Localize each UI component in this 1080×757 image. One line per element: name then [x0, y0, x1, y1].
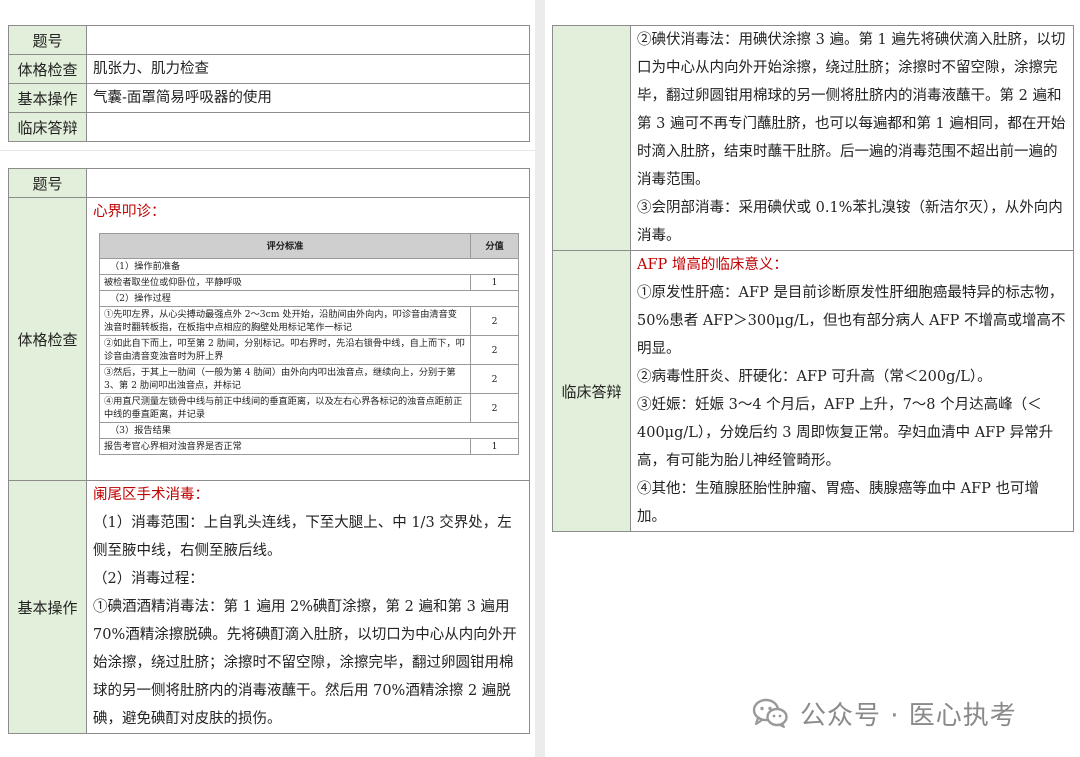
watermark-text: 公众号 · 医心执考: [800, 700, 1017, 731]
op-continued-label: [552, 25, 631, 251]
score-value: 2: [470, 393, 519, 423]
score-item: 被检者取坐位或仰卧位，平静呼吸: [99, 274, 471, 291]
score-value: 1: [470, 438, 519, 455]
score-row: （1）操作前准备: [99, 258, 519, 275]
score-header-row: 评分标准 分值: [99, 233, 519, 259]
clinic-paragraph: ④其他：生殖腺胚胎性肿瘤、胃癌、胰腺癌等血中 AFP 也可增加。: [637, 481, 1040, 525]
table-row: 体格检查 心界叩诊： 评分标准 分值 （1）操作前准备 被检者取坐位或仰卧位，平…: [8, 197, 530, 481]
row-label: 基本操作: [8, 83, 87, 113]
clinic-content: AFP 增高的临床意义： ①原发性肝癌：AFP 是目前诊断原发性肝细胞癌最特异的…: [630, 250, 1074, 532]
question-table-2: 题号 体格检查 心界叩诊： 评分标准 分值 （1）操作前准备 被检者取坐位或仰卧…: [8, 168, 530, 734]
score-row: ①先叩左界，从心尖搏动最强点外 2～3cm 处开始，沿肋间由外向内，叩诊音由清音…: [99, 306, 519, 336]
table-row: 基本操作 阑尾区手术消毒： （1）消毒范围：上自乳头连线，下至大腿上、中 1/3…: [8, 480, 530, 734]
table-row: 题号: [8, 25, 530, 55]
title-label: 题号: [8, 168, 87, 198]
table-row: ②碘伏消毒法：用碘伏涂擦 3 遍。第 1 遍先将碘伏滴入肚脐，以切口为中心从内向…: [552, 25, 1074, 251]
op-paragraph: （1）消毒范围：上自乳头连线，下至大腿上、中 1/3 交界处，左侧至腋中线，右侧…: [93, 515, 512, 559]
clinic-paragraph: ③妊娠：妊娠 3～4 个月后，AFP 上升，7～8 个月达高峰（＜400μg/L…: [637, 397, 1054, 469]
question-table-3: ②碘伏消毒法：用碘伏涂擦 3 遍。第 1 遍先将碘伏滴入肚脐，以切口为中心从内向…: [552, 25, 1074, 532]
table-row: 临床答辩 AFP 增高的临床意义： ①原发性肝癌：AFP 是目前诊断原发性肝细胞…: [552, 250, 1074, 532]
wechat-icon: [752, 698, 788, 728]
page-divider: [535, 0, 545, 757]
table-row: 题号: [8, 168, 530, 198]
score-row: （2）操作过程: [99, 290, 519, 307]
score-row: ④用直尺测量左锁骨中线与前正中线间的垂直距离，以及左右心界各标记的浊音点距前正中…: [99, 393, 519, 423]
score-item: ③然后，于其上一肋间（一般为第 4 肋间）由外向内叩出浊音点，继续向上，分别于第…: [99, 364, 471, 394]
score-value: 1: [470, 274, 519, 291]
page-separator: [0, 150, 535, 151]
clinic-paragraph: ①原发性肝癌：AFP 是目前诊断原发性肝细胞癌最特异的标志物，50%患者 AFP…: [637, 285, 1066, 357]
op-heading: 阑尾区手术消毒：: [93, 487, 209, 503]
row-value: 气囊-面罩简易呼吸器的使用: [86, 83, 530, 113]
row-value: [86, 112, 530, 142]
score-item: ④用直尺测量左锁骨中线与前正中线间的垂直距离，以及左右心界各标记的浊音点距前正中…: [99, 393, 471, 423]
table-row: 临床答辩: [8, 112, 530, 142]
score-row: 被检者取坐位或仰卧位，平静呼吸 1: [99, 274, 519, 291]
score-row: ②如此自下而上，叩至第 2 肋间，分别标记。叩右界时，先沿右锁骨中线，自上而下，…: [99, 335, 519, 365]
title-value: [86, 168, 530, 198]
score-item: ②如此自下而上，叩至第 2 肋间，分别标记。叩右界时，先沿右锁骨中线，自上而下，…: [99, 335, 471, 365]
row-label: 体格检查: [8, 54, 87, 84]
score-section: （2）操作过程: [99, 290, 519, 307]
op-paragraph: ③会阴部消毒：采用碘伏或 0.1%苯扎溴铵（新洁尔灭），从外向内消毒。: [637, 200, 1063, 244]
op-continued-content: ②碘伏消毒法：用碘伏涂擦 3 遍。第 1 遍先将碘伏滴入肚脐，以切口为中心从内向…: [630, 25, 1074, 251]
clinic-heading: AFP 增高的临床意义：: [637, 257, 788, 273]
watermark: 公众号 · 医心执考: [752, 693, 1017, 733]
score-row: ③然后，于其上一肋间（一般为第 4 肋间）由外向内叩出浊音点，继续向上，分别于第…: [99, 364, 519, 394]
table-row: 体格检查 肌张力、肌力检查: [8, 54, 530, 84]
row-label: 题号: [8, 25, 87, 55]
row-value: 肌张力、肌力检查: [86, 54, 530, 84]
score-header-criteria: 评分标准: [99, 233, 471, 259]
question-table-1: 题号 体格检查 肌张力、肌力检查 基本操作 气囊-面罩简易呼吸器的使用 临床答辩: [8, 25, 530, 142]
exam-heading: 心界叩诊：: [93, 204, 166, 220]
score-row: 报告考官心界相对浊音界是否正常 1: [99, 438, 519, 455]
table-row: 基本操作 气囊-面罩简易呼吸器的使用: [8, 83, 530, 113]
row-label: 临床答辩: [8, 112, 87, 142]
score-value: 2: [470, 335, 519, 365]
op-label: 基本操作: [8, 480, 87, 734]
exam-content: 心界叩诊： 评分标准 分值 （1）操作前准备 被检者取坐位或仰卧位，平静呼吸 1…: [86, 197, 530, 481]
score-item: ①先叩左界，从心尖搏动最强点外 2～3cm 处开始，沿肋间由外向内，叩诊音由清音…: [99, 306, 471, 336]
score-section: （3）报告结果: [99, 422, 519, 439]
score-value: 2: [470, 364, 519, 394]
score-header-points: 分值: [470, 233, 519, 259]
score-section: （1）操作前准备: [99, 258, 519, 275]
exam-label: 体格检查: [8, 197, 87, 481]
op-paragraph: ②碘伏消毒法：用碘伏涂擦 3 遍。第 1 遍先将碘伏滴入肚脐，以切口为中心从内向…: [637, 32, 1066, 188]
row-value: [86, 25, 530, 55]
score-row: （3）报告结果: [99, 422, 519, 439]
score-value: 2: [470, 306, 519, 336]
clinic-label: 临床答辩: [552, 250, 631, 532]
score-item: 报告考官心界相对浊音界是否正常: [99, 438, 471, 455]
op-paragraph: ①碘酒酒精消毒法：第 1 遍用 2%碘酊涂擦，第 2 遍和第 3 遍用 70%酒…: [93, 599, 517, 727]
score-table: 评分标准 分值 （1）操作前准备 被检者取坐位或仰卧位，平静呼吸 1 （2）操作…: [99, 233, 519, 455]
clinic-paragraph: ②病毒性肝炎、肝硬化：AFP 可升高（常＜200g/L）。: [637, 369, 992, 385]
op-paragraph: （2）消毒过程：: [93, 571, 204, 587]
op-content: 阑尾区手术消毒： （1）消毒范围：上自乳头连线，下至大腿上、中 1/3 交界处，…: [86, 480, 530, 734]
